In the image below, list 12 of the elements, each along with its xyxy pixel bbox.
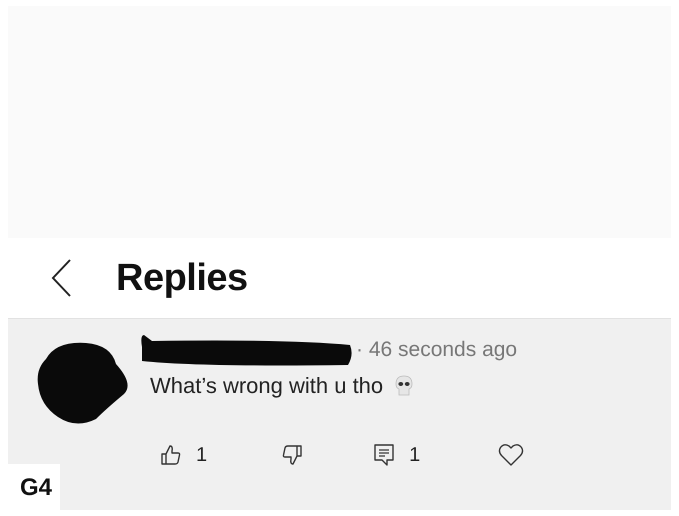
heart-icon[interactable] <box>498 443 524 467</box>
comment-text: What’s wrong with u tho <box>150 373 384 399</box>
comment-time: · 46 seconds ago <box>356 338 518 362</box>
skull-icon <box>395 375 414 397</box>
reply-count: 1 <box>409 444 420 466</box>
thumbs-down-icon[interactable] <box>281 444 304 466</box>
back-icon[interactable] <box>50 258 72 298</box>
comment-icon[interactable] <box>373 443 396 467</box>
corner-label: G4 <box>8 464 60 510</box>
like-count: 1 <box>196 444 208 466</box>
page-title: Replies <box>116 256 248 300</box>
thumbs-up-icon[interactable] <box>160 444 182 466</box>
